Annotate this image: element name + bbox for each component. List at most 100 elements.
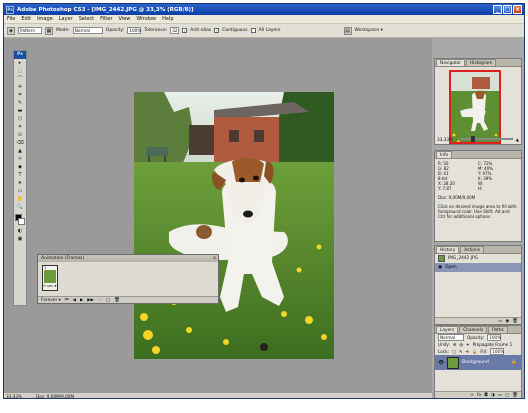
eraser-tool-icon[interactable]: ⌫ [14, 139, 26, 147]
quick-mask-icon[interactable]: ◐ [14, 227, 26, 235]
path-selection-tool-icon[interactable]: ➤ [14, 179, 26, 187]
new-layer-icon[interactable]: ▢ [505, 393, 509, 398]
status-zoom[interactable]: 33,33% [6, 394, 22, 398]
zoom-in-icon[interactable]: ▲ [516, 137, 519, 142]
animation-close-icon[interactable]: × [211, 255, 218, 262]
loop-select[interactable]: Forever ▾ [41, 298, 61, 303]
navigator-view-frame[interactable] [449, 70, 501, 144]
navigator-zoom-row: 33,33% ▵ ▲ [437, 136, 519, 142]
lock-all-icon[interactable]: 🔒 [472, 349, 477, 355]
lock-position-icon[interactable]: ✛ [465, 349, 469, 354]
new-document-from-state-icon[interactable]: ▭ [498, 319, 502, 324]
pen-tool-icon[interactable]: ◆ [14, 163, 26, 171]
navigator-zoom-value[interactable]: 33,33% [437, 137, 453, 142]
visibility-eye-icon[interactable]: 👁 [438, 360, 444, 366]
healing-tool-icon[interactable]: ✶ [14, 123, 26, 131]
history-snapshot[interactable]: IMG_2442.JPG [435, 254, 521, 263]
menu-layer[interactable]: Layer [56, 16, 76, 22]
layer-opacity-input[interactable]: 100% [487, 334, 502, 341]
menu-edit[interactable]: Edit [18, 16, 34, 22]
tab-info[interactable]: Info [436, 151, 453, 158]
tab-history[interactable]: History [436, 246, 460, 253]
mode-select[interactable]: Normal [72, 27, 103, 34]
brush-palette-icon[interactable]: ▤ [343, 26, 352, 35]
minimize-button[interactable]: _ [493, 5, 502, 14]
move-tool-icon[interactable]: ▸ [14, 59, 26, 67]
tab-navigator[interactable]: Navigator [436, 59, 466, 66]
menu-window[interactable]: Window [133, 16, 159, 22]
tab-histogram[interactable]: Histogram [466, 59, 497, 66]
menu-image[interactable]: Image [34, 16, 56, 22]
tween-icon[interactable]: ⋯ [98, 298, 102, 303]
contiguous-checkbox[interactable]: ✓ [214, 28, 220, 33]
fill-input[interactable]: 100% [490, 348, 505, 355]
menu-filter[interactable]: Filter [97, 16, 115, 22]
lasso-tool-icon[interactable]: ⌒ [14, 75, 26, 83]
menu-help[interactable]: Help [159, 16, 176, 22]
opacity-input[interactable]: 100% [127, 27, 142, 34]
menu-select[interactable]: Select [76, 16, 97, 22]
animation-frame[interactable]: 1 0 sec.▾ [42, 265, 58, 291]
tab-layers[interactable]: Layers [436, 326, 459, 333]
lock-transparency-icon[interactable]: ▢ [452, 349, 456, 354]
tab-paths[interactable]: Paths [488, 326, 508, 333]
background-color-swatch[interactable] [18, 218, 25, 225]
hand-tool-icon[interactable]: ✋ [14, 195, 26, 203]
zoom-slider[interactable] [461, 136, 513, 142]
zoom-tool-icon[interactable]: 🔍 [14, 203, 26, 211]
delete-layer-icon[interactable]: 🗑 [512, 393, 518, 398]
document-canvas[interactable] [134, 92, 334, 359]
adjustment-layer-icon[interactable]: ◑ [491, 393, 495, 398]
layer-mask-icon[interactable]: ◘ [484, 393, 488, 398]
pattern-picker-button[interactable]: ▦ [45, 26, 53, 35]
paint-bucket-tool-icon[interactable]: ▲ [14, 147, 26, 155]
first-frame-icon[interactable]: ⏮ [65, 298, 69, 303]
next-frame-icon[interactable]: ▶▶ [87, 298, 94, 303]
shape-tool-icon[interactable]: ▭ [14, 187, 26, 195]
menu-view[interactable]: View [116, 16, 134, 22]
magic-wand-tool-icon[interactable]: ✢ [14, 83, 26, 91]
frame-duration[interactable]: 0 sec.▾ [43, 283, 57, 288]
workspace-menu[interactable]: Workspace ▾ [355, 28, 383, 33]
blend-mode-select[interactable]: Normal [438, 334, 464, 341]
layer-blend-row: Normal Opacity: 100% [435, 334, 521, 341]
delete-state-icon[interactable]: 🗑 [512, 319, 518, 324]
screen-mode-icon[interactable]: ▣ [14, 235, 26, 243]
dodge-tool-icon[interactable]: ⊙ [14, 131, 26, 139]
zoom-slider-knob[interactable] [471, 136, 476, 142]
tab-actions[interactable]: Actions [460, 246, 484, 253]
lock-pixels-icon[interactable]: ✎ [459, 349, 463, 354]
brush-tool-icon[interactable]: ✎ [14, 99, 26, 107]
link-layers-icon[interactable]: ∞ [470, 393, 474, 398]
all-layers-checkbox[interactable] [250, 28, 256, 33]
marquee-tool-icon[interactable]: ⬚ [14, 67, 26, 75]
new-frame-icon[interactable]: ▢ [106, 298, 110, 303]
play-icon[interactable]: ▶ [80, 298, 83, 303]
photoshop-window: Ps Adobe Photoshop CS3 - [IMG_2442.JPG @… [3, 3, 525, 399]
tolerance-input[interactable]: 32 [170, 27, 180, 34]
prev-frame-icon[interactable]: ◀ [73, 298, 76, 303]
unify-position-icon[interactable]: ⊕ [453, 342, 457, 347]
zoom-out-icon[interactable]: ▵ [456, 137, 458, 142]
blur-tool-icon[interactable]: ☼ [14, 155, 26, 163]
unify-visibility-icon[interactable]: ◍ [459, 342, 463, 347]
paint-bucket-tool-icon[interactable]: ◈ [7, 26, 15, 35]
menu-file[interactable]: File [4, 16, 18, 22]
close-button[interactable]: × [513, 5, 522, 14]
info-tabs: Info [435, 151, 521, 159]
history-brush-tool-icon[interactable]: ⬡ [14, 115, 26, 123]
layer-style-icon[interactable]: fx [477, 393, 481, 398]
new-snapshot-icon[interactable]: ◉ [505, 319, 509, 324]
layer-row-background[interactable]: 👁 Background 🔒 [435, 355, 521, 370]
type-tool-icon[interactable]: T [14, 171, 26, 179]
unify-style-icon[interactable]: ✦ [466, 342, 470, 347]
maximize-button[interactable]: □ [503, 5, 512, 14]
new-group-icon[interactable]: ▭ [498, 393, 502, 398]
tab-channels[interactable]: Channels [459, 326, 488, 333]
stamp-tool-icon[interactable]: ▬ [14, 107, 26, 115]
history-item-open[interactable]: ▣ Open [435, 263, 521, 272]
delete-frame-icon[interactable]: 🗑 [114, 298, 119, 303]
crop-tool-icon[interactable]: ⌗ [14, 91, 26, 99]
fill-source-select[interactable]: Pattern [18, 27, 42, 34]
anti-alias-checkbox[interactable]: ✓ [182, 28, 188, 33]
